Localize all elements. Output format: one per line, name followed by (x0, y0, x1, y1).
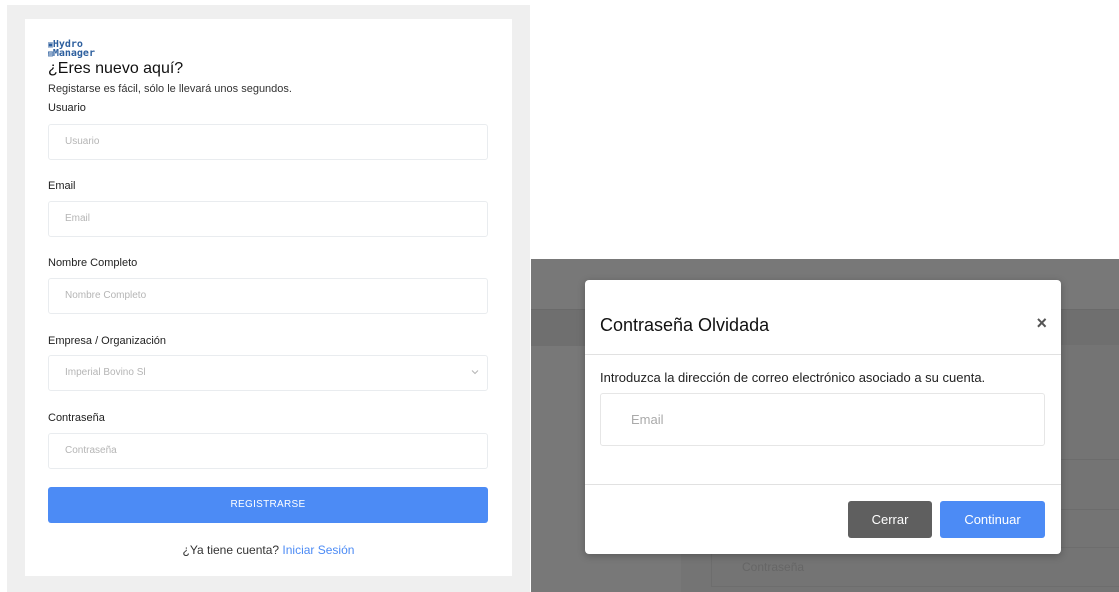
nombre-completo-label: Nombre Completo (48, 257, 138, 269)
chevron-down-icon (471, 370, 479, 375)
contrasena-input[interactable]: Contraseña (48, 433, 488, 469)
register-subtitle: Registarse es fácil, sólo le llevará uno… (48, 83, 292, 95)
email-input[interactable]: Email (48, 201, 488, 237)
modal-instructions: Introduzca la dirección de correo electr… (600, 370, 986, 385)
cerrar-button[interactable]: Cerrar (848, 501, 932, 538)
modal-footer-divider (585, 484, 1061, 485)
contrasena-placeholder: Contraseña (65, 445, 117, 456)
empresa-select[interactable]: Imperial Bovino Sl (48, 355, 488, 391)
usuario-label: Usuario (48, 102, 86, 114)
login-link[interactable]: Iniciar Sesión (282, 543, 354, 557)
recovery-email-placeholder: Email (631, 412, 664, 427)
recovery-email-input[interactable]: Email (600, 393, 1045, 446)
empresa-selected-value: Imperial Bovino Sl (65, 367, 146, 378)
nombre-completo-placeholder: Nombre Completo (65, 290, 147, 301)
login-prompt: ¿Ya tiene cuenta? Iniciar Sesión (25, 543, 512, 557)
login-prompt-text: ¿Ya tiene cuenta? (182, 543, 280, 557)
register-title: ¿Eres nuevo aquí? (48, 60, 184, 77)
nombre-completo-input[interactable]: Nombre Completo (48, 278, 488, 314)
continuar-button[interactable]: Continuar (940, 501, 1045, 538)
contrasena-label: Contraseña (48, 412, 105, 424)
empresa-label: Empresa / Organización (48, 335, 166, 347)
email-label: Email (48, 180, 76, 192)
modal-title: Contraseña Olvidada (600, 315, 770, 335)
usuario-placeholder: Usuario (65, 136, 100, 147)
register-button[interactable]: REGISTRARSE (48, 487, 488, 523)
hydro-manager-logo: ▣Hydro ▨Manager (48, 39, 95, 59)
registration-card: ▣Hydro ▨Manager ¿Eres nuevo aquí? Regist… (25, 19, 512, 576)
forgot-password-modal: Contraseña Olvidada × Introduzca la dire… (585, 280, 1061, 554)
dimmed-password-placeholder: Contraseña (742, 560, 805, 574)
modal-header-divider (585, 354, 1061, 355)
close-icon[interactable]: × (1036, 313, 1047, 334)
email-placeholder: Email (65, 213, 91, 224)
usuario-input[interactable]: Usuario (48, 124, 488, 160)
